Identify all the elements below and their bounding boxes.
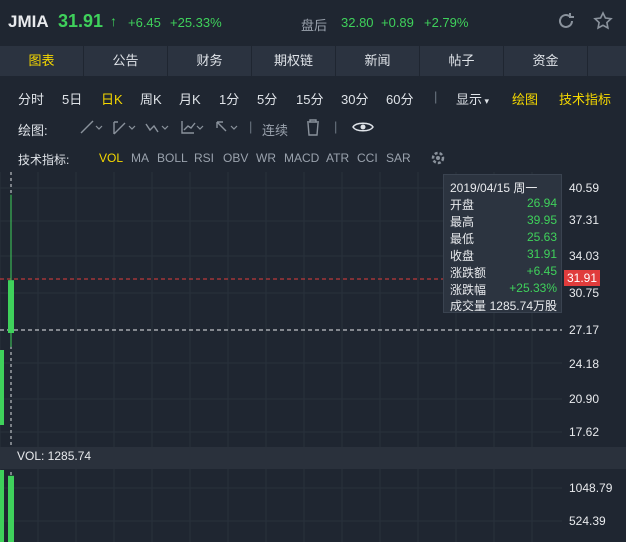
- period-selector: 分时 5日 日K 周K 月K 1分 5分 15分 30分 60分 | 显示 ▾ …: [0, 80, 626, 112]
- up-arrow-icon: ↑: [110, 13, 117, 29]
- arrow-tool-icon[interactable]: [213, 118, 239, 136]
- candle-body[interactable]: [8, 280, 14, 333]
- divider: |: [249, 119, 253, 134]
- indicator-vol[interactable]: VOL: [99, 151, 123, 165]
- tab-announcements[interactable]: 公告: [84, 46, 167, 76]
- period-intraday[interactable]: 分时: [18, 89, 44, 108]
- gear-icon[interactable]: [430, 150, 446, 166]
- tab-options-chain[interactable]: 期权链: [252, 46, 335, 76]
- fib-tool-icon[interactable]: [179, 118, 205, 136]
- draw-toggle[interactable]: 绘图: [512, 89, 538, 108]
- indicator-cci[interactable]: CCI: [357, 151, 378, 165]
- indicator-macd[interactable]: MACD: [284, 151, 319, 165]
- indicator-atr[interactable]: ATR: [326, 151, 349, 165]
- period-5min[interactable]: 5分: [257, 89, 277, 108]
- main-tabs: 图表 公告 财务 期权链 新闻 帖子 资金: [0, 46, 626, 76]
- period-5day[interactable]: 5日: [62, 89, 82, 108]
- drawing-toolbar: 绘图: | 连续 |: [0, 114, 626, 142]
- tooltip-key: 最高: [450, 215, 475, 229]
- tooltip-key: 涨跌幅: [450, 283, 487, 297]
- volume-axis-tick: 524.39: [569, 514, 606, 528]
- candle-body[interactable]: [0, 350, 4, 425]
- ray-tool-icon[interactable]: [111, 118, 137, 136]
- caret-down-icon: ▾: [482, 96, 490, 106]
- after-hours-pct: +2.79%: [424, 15, 469, 30]
- tooltip-key: 涨跌额: [450, 266, 487, 280]
- period-60min[interactable]: 60分: [386, 89, 413, 108]
- display-menu[interactable]: 显示 ▾: [456, 89, 489, 108]
- tooltip-value: 39.95: [526, 213, 557, 227]
- tab-posts[interactable]: 帖子: [420, 46, 503, 76]
- price-axis-tick: 20.90: [569, 392, 600, 406]
- wave-tool-icon[interactable]: [144, 118, 170, 136]
- tab-more[interactable]: [588, 46, 626, 76]
- price-axis-tick: 37.31: [569, 213, 600, 227]
- current-price-tag: 31.91: [564, 270, 600, 286]
- divider: |: [334, 119, 338, 134]
- tooltip-date: 2019/04/15 周一: [450, 181, 538, 195]
- period-daily-k[interactable]: 日K: [101, 89, 123, 108]
- indicator-rsi[interactable]: RSI: [194, 151, 214, 165]
- period-15min[interactable]: 15分: [296, 89, 323, 108]
- volume-bar[interactable]: [0, 470, 4, 542]
- indicators-label: 技术指标:: [18, 153, 70, 167]
- price-axis-tick: 17.62: [569, 425, 600, 439]
- volume-header-bar: [0, 447, 626, 469]
- indicator-obv[interactable]: OBV: [223, 151, 248, 165]
- volume-axis-tick: 1048.79: [569, 481, 613, 495]
- refresh-icon[interactable]: [556, 11, 576, 31]
- tooltip-key: 开盘: [450, 198, 475, 212]
- trash-icon[interactable]: [300, 118, 326, 136]
- ticker-symbol: JMIA: [8, 12, 49, 31]
- tooltip-value: 25.63: [526, 230, 557, 244]
- after-hours-change: +0.89: [381, 15, 414, 30]
- indicator-toolbar: 技术指标: VOL MA BOLL RSI OBV WR MACD ATR CC…: [0, 146, 626, 170]
- after-hours-label: 盘后: [301, 18, 328, 33]
- tooltip-key: 收盘: [450, 249, 475, 263]
- quote-header: JMIA 31.91 ↑ +6.45 +25.33% 盘后 32.80 +0.8…: [0, 0, 626, 44]
- line-tool-icon[interactable]: [78, 118, 104, 136]
- last-price: 31.91: [58, 11, 104, 31]
- indicator-wr[interactable]: WR: [256, 151, 276, 165]
- tab-capital-flow[interactable]: 资金: [504, 46, 587, 76]
- tooltip-key: 最低: [450, 232, 475, 246]
- eye-icon[interactable]: [350, 118, 376, 136]
- drawing-label: 绘图:: [18, 123, 48, 138]
- tooltip-value: +25.33%: [509, 281, 557, 295]
- tooltip-value: 31.91: [526, 247, 557, 261]
- period-weekly-k[interactable]: 周K: [140, 89, 162, 108]
- period-1min[interactable]: 1分: [219, 89, 239, 108]
- tab-chart[interactable]: 图表: [0, 46, 83, 76]
- tooltip-value: 26.94: [526, 196, 557, 210]
- divider: |: [434, 89, 438, 104]
- price-axis-tick: 30.75: [569, 286, 600, 300]
- star-icon[interactable]: [593, 11, 613, 31]
- ohlc-tooltip: 2019/04/15 周一 开盘 26.94 最高 39.95 最低 25.63 收盘…: [443, 174, 562, 313]
- period-monthly-k[interactable]: 月K: [179, 89, 201, 108]
- price-axis-tick: 34.03: [569, 249, 600, 263]
- after-hours-price: 32.80: [341, 15, 374, 30]
- continuous-draw-toggle[interactable]: 连续: [262, 120, 288, 139]
- tooltip-value: +6.45: [526, 264, 557, 278]
- period-30min[interactable]: 30分: [341, 89, 368, 108]
- tooltip-key: 成交量: [450, 299, 487, 313]
- price-change: +6.45: [128, 15, 161, 30]
- tab-financials[interactable]: 财务: [168, 46, 251, 76]
- price-axis-tick: 40.59: [569, 181, 600, 195]
- price-change-pct: +25.33%: [170, 15, 222, 30]
- volume-label: VOL: 1285.74: [17, 449, 92, 463]
- tech-indicators-toggle[interactable]: 技术指标: [559, 89, 611, 108]
- indicator-sar[interactable]: SAR: [386, 151, 411, 165]
- tab-news[interactable]: 新闻: [336, 46, 419, 76]
- indicator-ma[interactable]: MA: [131, 151, 149, 165]
- volume-bar[interactable]: [8, 475, 14, 542]
- tooltip-value: 1285.74万股: [489, 299, 557, 313]
- price-axis-tick: 24.18: [569, 357, 600, 371]
- indicator-boll[interactable]: BOLL: [157, 151, 188, 165]
- crosshair-price-tick: 27.17: [569, 323, 600, 337]
- display-label: 显示: [456, 92, 483, 107]
